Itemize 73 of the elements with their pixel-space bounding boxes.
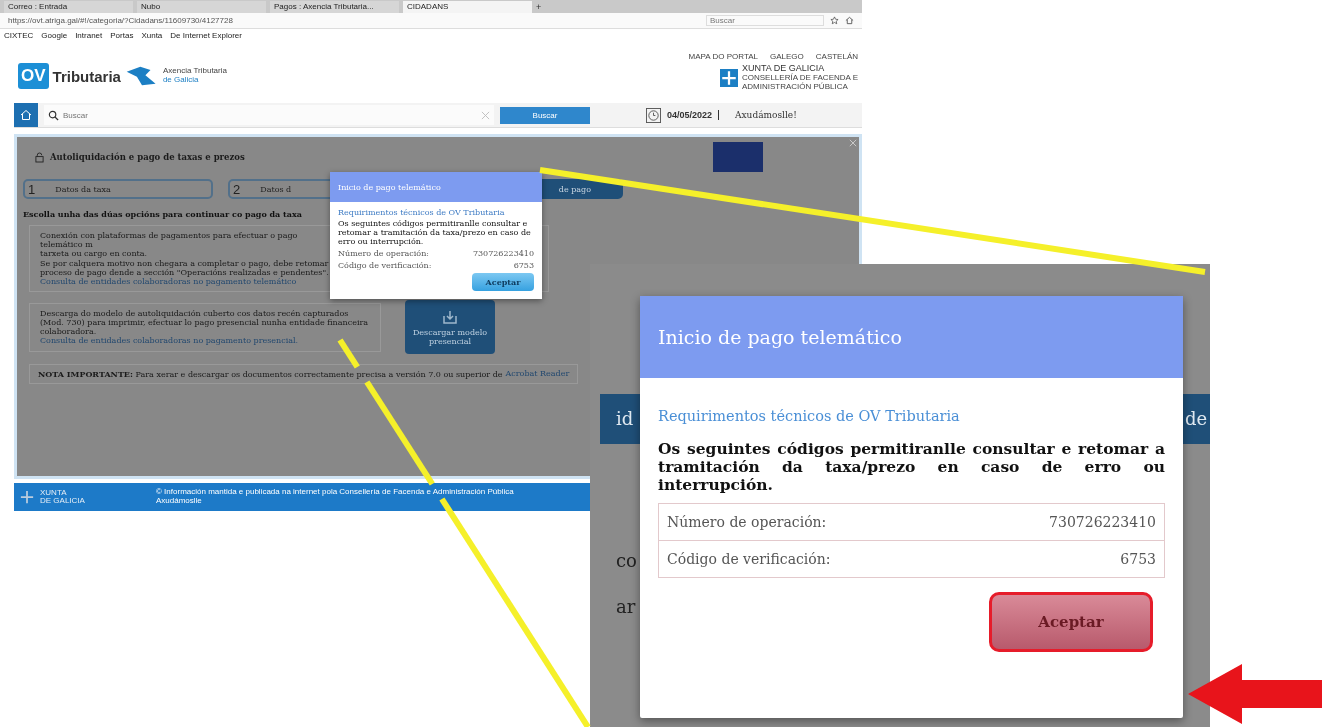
download-icon (442, 308, 458, 325)
requirements-link[interactable]: Requirimentos técnicos de OV Tributaria (338, 208, 534, 217)
search-field[interactable]: Buscar (44, 105, 494, 125)
top-link[interactable]: MAPA DO PORTAL (688, 52, 758, 62)
dialog-title: Inicio de pago telemático (640, 296, 1183, 378)
option-text: colaboradora. (40, 327, 98, 337)
home-icon[interactable] (845, 16, 854, 25)
footer-text: © Información mantida e publicada na internet pola Consellería de Facenda e Administración Pública (156, 488, 514, 497)
home-button[interactable] (14, 103, 38, 127)
new-tab-button[interactable]: + (536, 1, 542, 13)
instruction-text: Escolla unha das dúas opcións para continuar co pago da taxa (23, 209, 302, 219)
footer-link[interactable]: Axudámoslle (156, 497, 514, 506)
text-fragment: de (1183, 394, 1210, 444)
search-button[interactable]: Buscar (500, 106, 590, 124)
bookmark-link[interactable]: CIXTEC (4, 30, 34, 40)
top-link[interactable]: GALEGO (769, 52, 804, 62)
padlock-icon (35, 151, 44, 163)
field-value: 730726223410 (1049, 514, 1156, 531)
xunta-title: XUNTA DE GALICIA (741, 64, 826, 74)
address-bar[interactable]: https://ovt.atriga.gal/#!/categoria/?Cidadans/11609730/4127728 (8, 16, 700, 25)
bookmark-link[interactable]: Intranet (75, 30, 103, 40)
field-value: 6753 (1120, 551, 1156, 568)
bookmark-link[interactable]: Portas (110, 30, 134, 40)
dialog-message: Os seguintes códigos permitiranlle consultar e retomar a tramitación da taxa/prezo en caso de erro ou interrupción. (338, 220, 532, 247)
clock-icon (646, 107, 661, 123)
agency-name: Axencia Tributaria (162, 67, 227, 76)
browser-tab[interactable]: Pagos : Axencia Tributaria... (270, 1, 399, 13)
accept-button[interactable]: Aceptar (472, 273, 534, 292)
home-icon (20, 109, 32, 121)
browser-tab[interactable]: CIDADANS (403, 1, 532, 13)
field-label: Código de verificación: (667, 551, 831, 568)
page-title: Autoliquidación e pago de taxas e prezos (50, 152, 246, 162)
step-tab[interactable]: 1 Datos da taxa (23, 179, 213, 199)
text-fragment: ar (616, 596, 636, 617)
option-text: Descarga do modelo de autoliquidación cuberto cos datos recén capturados (40, 308, 350, 318)
option-text: proceso de pago dende a sección "Operacións realizadas e pendentes". (40, 267, 330, 277)
requirements-link[interactable]: Requirimentos técnicos de OV Tributaria (658, 408, 1165, 424)
cross-logo-icon (719, 69, 738, 87)
option-text: (Mod. 730) para imprimir, efectuar lo pago presencial nunha entidade financeira (40, 317, 370, 328)
field-value: 6753 (513, 261, 534, 271)
bookmark-link[interactable]: Google (41, 30, 68, 40)
text-fragment: id (600, 394, 640, 444)
cross-logo-icon (20, 490, 34, 504)
field-label: Número de operación: (338, 249, 430, 259)
help-link[interactable]: Axudámoslle! (725, 110, 797, 120)
footer-logo-text: XUNTA (40, 488, 68, 497)
xunta-department: ADMINISTRACIÓN PÚBLICA (741, 82, 849, 92)
search-icon (48, 109, 59, 121)
date-text: 04/05/2022 (667, 110, 720, 120)
browser-tab[interactable]: Nubo (137, 1, 266, 13)
star-icon[interactable] (830, 16, 839, 25)
top-link[interactable]: CASTELÁN (815, 52, 858, 62)
note-text: NOTA IMPORTANTE: Para xerar e descargar os documentos correctamente precisa a versión 7.0 ou superior de (38, 369, 503, 380)
logo-text: Tributaria (52, 67, 121, 85)
agency-region: de Galicia (162, 76, 200, 85)
dialog-title: Inicio de pago telemático (330, 172, 542, 202)
browser-search-field[interactable]: Buscar (706, 15, 824, 26)
option-text: Se por calquera motivo non chegara a completar o pago, debe retomar (40, 258, 330, 268)
browser-tab[interactable]: Correo : Entrada (4, 1, 133, 13)
field-value: 730726223410 (472, 249, 534, 259)
search-input[interactable]: Buscar (63, 107, 477, 123)
bookmark-link[interactable]: Xunta (141, 30, 163, 40)
option-text: tarxeta ou cargo en conta. (40, 249, 149, 259)
dialog-message: Os seguintes códigos permitiranlle consultar e retomar a tramitación da taxa/prezo en caso de erro ou interrupción. (658, 440, 1165, 494)
text-fragment: co (616, 550, 637, 571)
xunta-department: CONSELLERÍA DE FACENDA E (741, 74, 858, 83)
close-icon[interactable] (849, 139, 857, 147)
bookmark-link[interactable]: De Internet Explorer (170, 30, 242, 40)
field-label: Número de operación: (667, 514, 827, 531)
download-button[interactable]: Descargar modelo presencial (405, 300, 495, 355)
footer-logo-text: DE GALICIA (40, 497, 86, 506)
logo-badge: OV (18, 63, 49, 89)
field-label: Código de verificación: (338, 261, 432, 271)
